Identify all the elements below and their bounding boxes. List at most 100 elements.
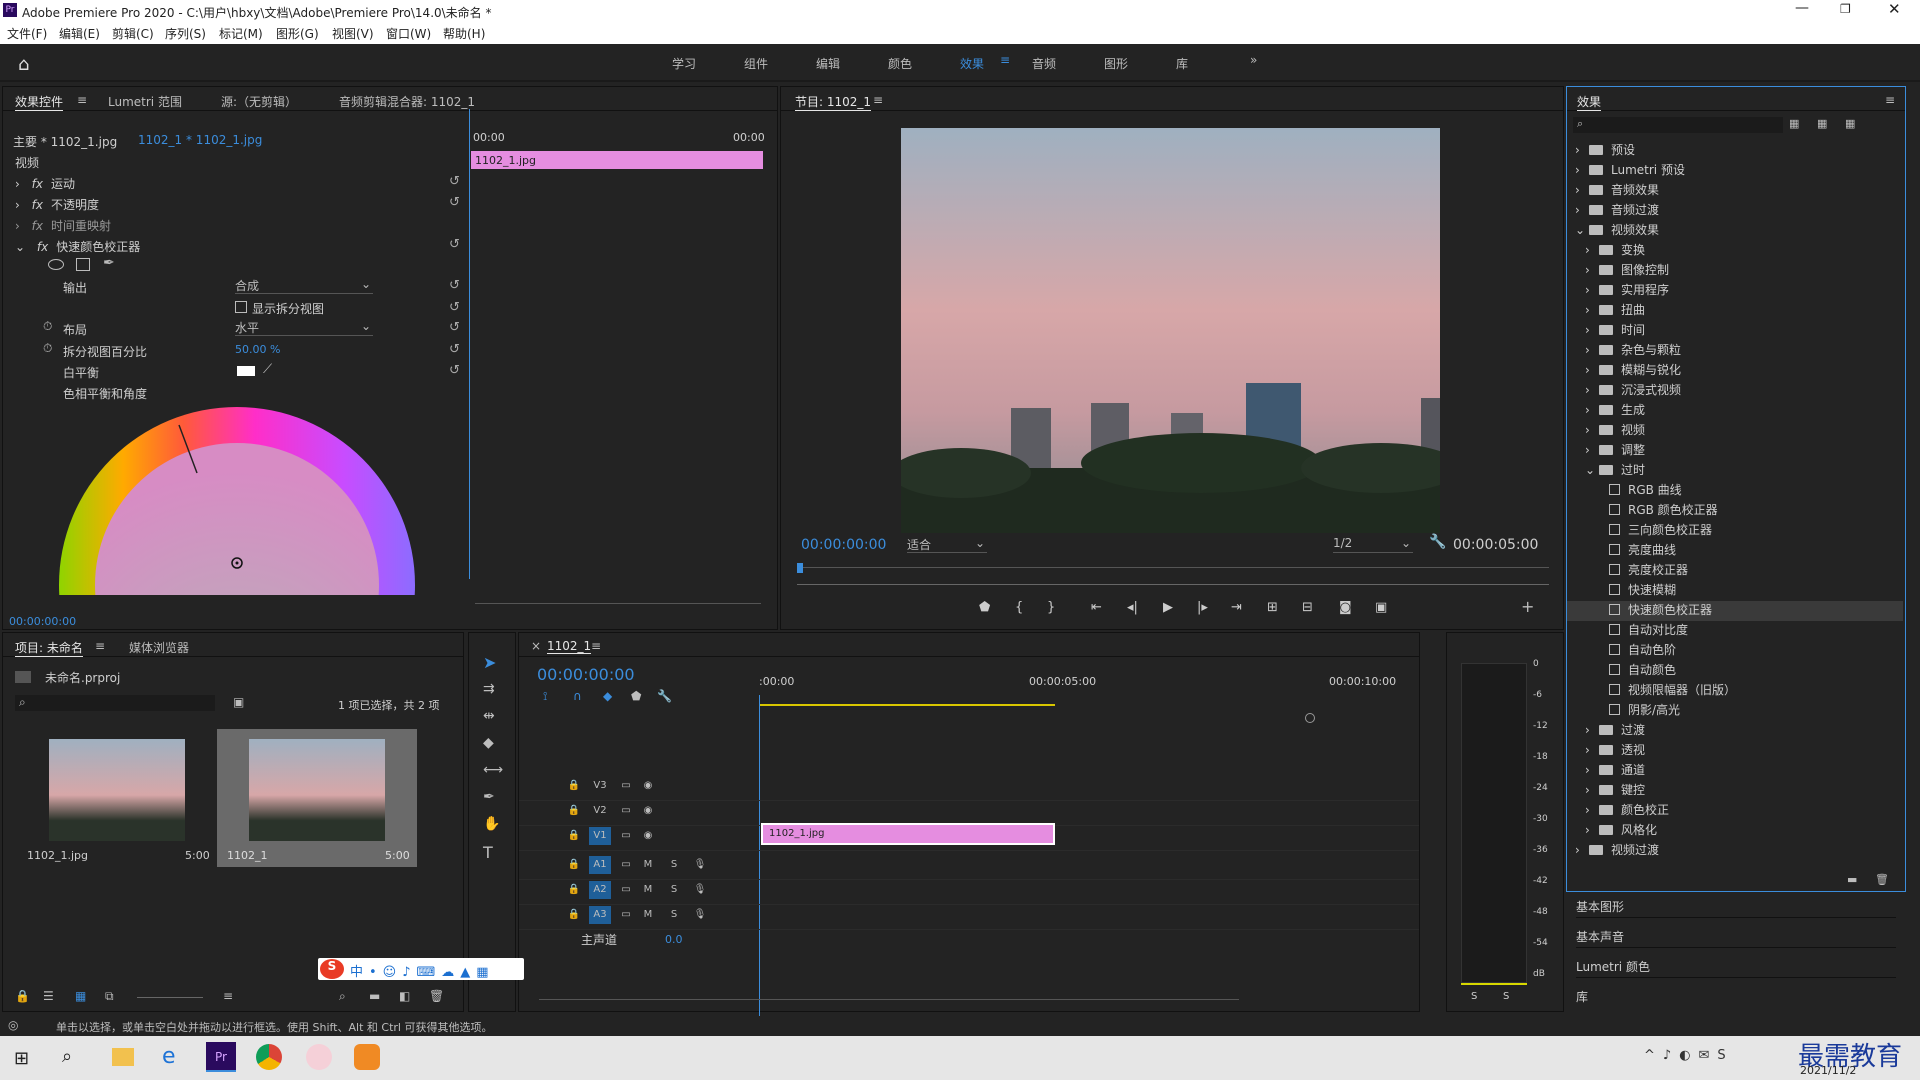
export-frame-icon[interactable]: ◙: [1339, 600, 1352, 615]
extract-icon[interactable]: ⊟: [1302, 600, 1313, 615]
effect-folder[interactable]: › 预设: [1567, 141, 1903, 161]
prop-time-remap[interactable]: › fx 时间重映射: [15, 217, 111, 237]
chevron-right-icon[interactable]: ›: [1585, 743, 1599, 757]
chevron-right-icon[interactable]: ›: [1585, 423, 1599, 437]
reset-icon[interactable]: ↺: [449, 279, 460, 293]
add-marker-icon[interactable]: ⬟: [979, 600, 990, 615]
track-lock-icon[interactable]: 🔒: [563, 856, 585, 874]
solo-button[interactable]: S: [663, 881, 685, 899]
snap-icon[interactable]: ∩: [573, 689, 582, 703]
track-target-a3[interactable]: A3: [589, 906, 611, 924]
workspace-menu-icon[interactable]: ≡: [1000, 53, 1010, 67]
type-icon[interactable]: T: [483, 843, 493, 862]
workspace-color[interactable]: 颜色: [888, 55, 912, 72]
zoom-slider[interactable]: [137, 997, 203, 998]
timeline-h-scrollbar[interactable]: [539, 999, 1239, 1000]
slip-icon[interactable]: ⟷: [483, 762, 503, 778]
effect-item[interactable]: RGB 曲线: [1567, 481, 1903, 501]
panel-menu-icon[interactable]: ≡: [591, 639, 601, 653]
hue-color-wheel[interactable]: [59, 405, 421, 595]
chevron-right-icon[interactable]: ›: [1575, 183, 1589, 197]
stopwatch-icon[interactable]: ⏱: [43, 319, 52, 334]
workspace-effects[interactable]: 效果: [960, 55, 984, 72]
wrench-icon[interactable]: 🔧: [1429, 534, 1446, 550]
tab-media-browser[interactable]: 媒体浏览器: [129, 639, 189, 656]
track-lock-icon[interactable]: 🔒: [563, 827, 585, 845]
work-area-bar[interactable]: [759, 704, 1055, 706]
reset-icon[interactable]: ↺: [449, 364, 460, 378]
go-to-out-icon[interactable]: ⇥: [1231, 600, 1242, 615]
pen-mask-icon[interactable]: ✒: [103, 255, 115, 271]
effect-folder[interactable]: › 过渡: [1567, 721, 1903, 741]
panel-menu-icon[interactable]: ≡: [95, 639, 105, 653]
workspace-graphics[interactable]: 图形: [1104, 55, 1128, 72]
effect-folder[interactable]: › 通道: [1567, 761, 1903, 781]
timeline-timecode[interactable]: 00:00:00:00: [537, 665, 635, 685]
workspace-learn[interactable]: 学习: [672, 55, 696, 72]
eyedropper-icon[interactable]: ⟋: [263, 362, 272, 377]
section-lumetri-color[interactable]: Lumetri 颜色: [1576, 958, 1896, 978]
tab-lumetri-scopes[interactable]: Lumetri 范围: [108, 93, 182, 110]
chevron-right-icon[interactable]: ›: [1585, 323, 1599, 337]
chevron-right-icon[interactable]: ›: [1575, 843, 1589, 857]
add-marker-icon[interactable]: ⬟: [631, 689, 641, 703]
mark-in-icon[interactable]: {: [1015, 600, 1023, 615]
effect-folder[interactable]: ⌄ 过时: [1567, 461, 1903, 481]
effect-folder[interactable]: › 图像控制: [1567, 261, 1903, 281]
stopwatch-icon[interactable]: ⏱: [43, 341, 52, 356]
home-icon[interactable]: ⌂: [18, 54, 29, 75]
workspace-assembly[interactable]: 组件: [744, 55, 768, 72]
add-button-icon[interactable]: +: [1521, 597, 1534, 616]
sync-lock-icon[interactable]: ▭: [615, 827, 637, 845]
panel-menu-icon[interactable]: ≡: [873, 93, 883, 107]
chevron-right-icon[interactable]: ›: [1575, 143, 1589, 157]
effect-item[interactable]: RGB 颜色校正器: [1567, 501, 1903, 521]
solo-left[interactable]: S: [1471, 991, 1477, 1011]
chevron-right-icon[interactable]: ›: [1575, 203, 1589, 217]
reset-icon[interactable]: ↺: [449, 238, 460, 252]
eye-icon[interactable]: ◉: [637, 802, 659, 820]
mute-button[interactable]: M: [637, 881, 659, 899]
effect-folder[interactable]: › 音频过渡: [1567, 201, 1903, 221]
effect-folder[interactable]: › 扭曲: [1567, 301, 1903, 321]
program-ruler[interactable]: [797, 567, 1549, 568]
rect-mask-icon[interactable]: [76, 258, 90, 271]
mic-icon[interactable]: 🎙: [689, 881, 711, 899]
section-essential-graphics[interactable]: 基本图形: [1576, 898, 1896, 918]
accelerated-effects-icon[interactable]: ▦: [1789, 117, 1799, 130]
search-icon[interactable]: ⌕: [62, 1046, 72, 1067]
trash-icon[interactable]: 🗑: [429, 989, 444, 1003]
chevron-right-icon[interactable]: ›: [1585, 283, 1599, 297]
nest-toggle-icon[interactable]: ⟟: [543, 689, 547, 704]
effect-folder[interactable]: › 杂色与颗粒: [1567, 341, 1903, 361]
restore-button[interactable]: ❐: [1840, 2, 1851, 16]
chevron-right-icon[interactable]: ›: [1585, 783, 1599, 797]
track-target-v2[interactable]: V2: [589, 802, 611, 820]
mic-icon[interactable]: 🎙: [689, 906, 711, 924]
effect-item[interactable]: 三向颜色校正器: [1567, 521, 1903, 541]
new-item-icon[interactable]: ◧: [399, 989, 410, 1003]
tab-sequence[interactable]: 1102_1: [547, 639, 592, 654]
close-tab-icon[interactable]: ×: [531, 639, 541, 653]
list-view-icon[interactable]: ☰: [43, 989, 54, 1003]
program-title[interactable]: 节目: 1102_1: [795, 93, 872, 111]
new-bin-icon[interactable]: ▬: [369, 989, 380, 1003]
edge-icon[interactable]: e: [162, 1044, 176, 1069]
effect-item[interactable]: 自动对比度: [1567, 621, 1903, 641]
bin-filter-icon[interactable]: ▣: [233, 695, 244, 709]
mark-out-icon[interactable]: }: [1047, 600, 1055, 615]
playhead-marker[interactable]: [797, 563, 803, 573]
effect-folder[interactable]: › 实用程序: [1567, 281, 1903, 301]
solo-right[interactable]: S: [1503, 991, 1509, 1011]
chevron-down-icon[interactable]: ⌄: [1585, 463, 1599, 477]
effect-item[interactable]: 快速颜色校正器: [1567, 601, 1903, 621]
effect-folder[interactable]: › 颜色校正: [1567, 801, 1903, 821]
section-libraries[interactable]: 库: [1576, 988, 1896, 1008]
razor-icon[interactable]: ◆: [483, 735, 494, 751]
tab-source[interactable]: 源:（无剪辑）: [221, 93, 297, 110]
prop-fast-color-corrector[interactable]: ⌄ fx 快速颜色校正器: [15, 238, 140, 258]
reset-icon[interactable]: ↺: [449, 343, 460, 357]
reset-icon[interactable]: ↺: [449, 196, 460, 210]
mute-button[interactable]: M: [637, 856, 659, 874]
track-lock-icon[interactable]: 🔒: [563, 906, 585, 924]
